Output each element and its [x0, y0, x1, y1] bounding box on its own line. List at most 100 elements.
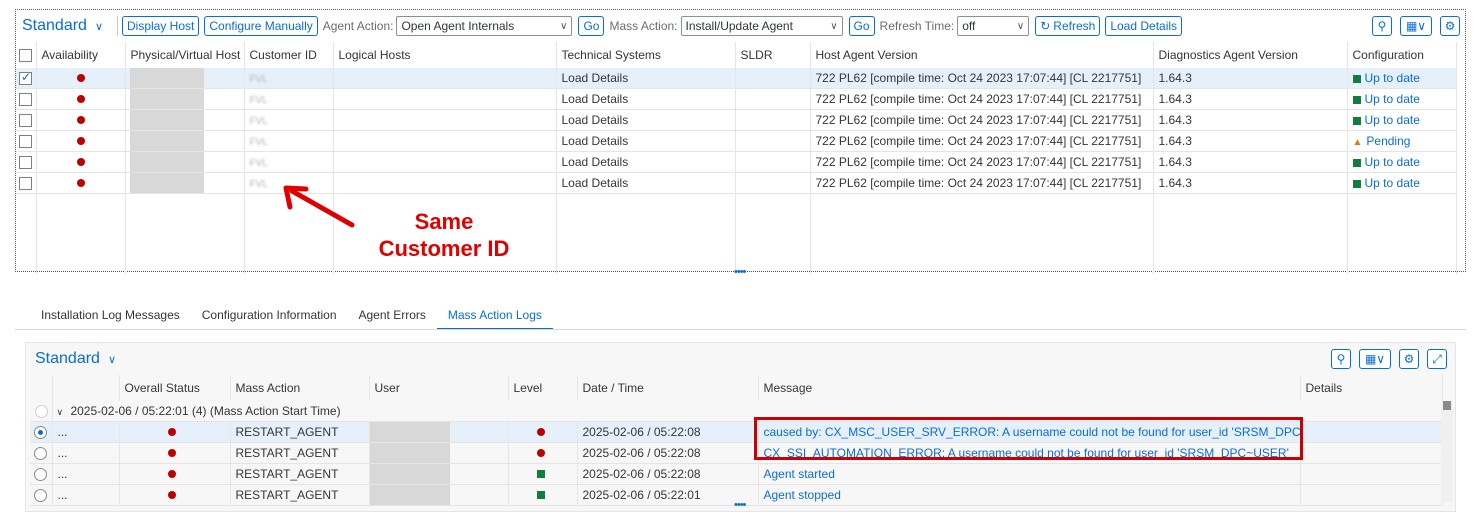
- row-select-cell[interactable]: [16, 68, 37, 89]
- configuration-cell[interactable]: Up to date: [1347, 151, 1457, 173]
- column-header[interactable]: Diagnostics Agent Version: [1153, 42, 1348, 68]
- variant-selector[interactable]: Standard ∨: [35, 350, 116, 368]
- row-checkbox[interactable]: [19, 70, 32, 86]
- row-select-cell[interactable]: [16, 130, 37, 152]
- configuration-link[interactable]: Up to date: [1365, 71, 1420, 85]
- column-header[interactable]: Message: [758, 375, 1301, 401]
- configure-manually-button[interactable]: Configure Manually: [204, 16, 318, 36]
- table-row[interactable]: FVL Load Details 722 PL62 [compile time: O…: [16, 130, 1457, 152]
- configuration-link[interactable]: Up to date: [1365, 155, 1420, 169]
- row-select-cell[interactable]: [16, 151, 37, 173]
- technical-systems-cell[interactable]: Load Details: [556, 130, 736, 152]
- column-header[interactable]: Availability: [36, 42, 126, 68]
- technical-systems-cell[interactable]: Load Details: [556, 172, 736, 194]
- tab-configuration-information[interactable]: Configuration Information: [191, 304, 348, 330]
- export-icon[interactable]: ▦∨: [1359, 349, 1391, 369]
- refresh-time-select[interactable]: off ∨: [957, 16, 1030, 36]
- row-checkbox[interactable]: [19, 114, 32, 128]
- table-row[interactable]: ... RESTART_AGENT 2025-02-06 / 05:22:08 Age…: [30, 463, 1443, 485]
- table-row[interactable]: FVL Load Details 722 PL62 [compile time: O…: [16, 172, 1457, 194]
- column-header[interactable]: Physical/Virtual Host: [125, 42, 245, 68]
- select-all-checkbox[interactable]: [19, 49, 32, 63]
- row-select-cell[interactable]: [30, 442, 53, 464]
- empty-row: [16, 193, 1457, 214]
- search-icon[interactable]: ⚲: [1372, 16, 1392, 36]
- mass-action-go-button[interactable]: Go: [848, 16, 875, 36]
- mass-action-select[interactable]: Install/Update Agent ∨: [680, 16, 843, 36]
- column-header[interactable]: Host Agent Version: [810, 42, 1154, 68]
- row-checkbox[interactable]: [19, 135, 32, 149]
- export-icon[interactable]: ▦∨: [1400, 16, 1432, 36]
- column-header[interactable]: Level: [508, 375, 578, 401]
- annotation-highlight-box: [754, 417, 1303, 460]
- row-select-cell[interactable]: [16, 88, 37, 110]
- configuration-cell[interactable]: Up to date: [1347, 68, 1457, 89]
- resize-handle[interactable]: ••••: [734, 499, 746, 511]
- refresh-button[interactable]: ↻ Refresh: [1035, 16, 1101, 36]
- group-row-select[interactable]: [30, 401, 53, 422]
- row-select-cell[interactable]: [30, 484, 53, 506]
- column-header[interactable]: Mass Action: [230, 375, 370, 401]
- agent-action-select[interactable]: Open Agent Internals ∨: [396, 16, 573, 36]
- configuration-cell[interactable]: Up to date: [1347, 88, 1457, 110]
- level-success-icon: [536, 491, 545, 500]
- row-radio[interactable]: [34, 446, 47, 460]
- column-header[interactable]: Technical Systems: [556, 42, 736, 68]
- tab-installation-log-messages[interactable]: Installation Log Messages: [30, 304, 191, 330]
- table-row[interactable]: FVL Load Details 722 PL62 [compile time: O…: [16, 109, 1457, 131]
- row-radio[interactable]: [34, 425, 47, 439]
- table-row[interactable]: FVL Load Details 722 PL62 [compile time: O…: [16, 68, 1457, 89]
- message-cell[interactable]: Agent stopped: [758, 484, 1301, 506]
- row-checkbox[interactable]: [19, 93, 32, 107]
- column-header[interactable]: Overall Status: [119, 375, 231, 401]
- agent-action-go-button[interactable]: Go: [578, 16, 605, 36]
- technical-systems-cell[interactable]: Load Details: [556, 88, 736, 110]
- table-row[interactable]: FVL Load Details 722 PL62 [compile time: O…: [16, 88, 1457, 110]
- configuration-cell[interactable]: ▲ Pending: [1347, 130, 1457, 152]
- column-header[interactable]: Date / Time: [577, 375, 759, 401]
- configuration-link[interactable]: Up to date: [1365, 92, 1420, 106]
- message-link[interactable]: Agent started: [764, 467, 835, 481]
- scrollbar-thumb[interactable]: [1443, 401, 1451, 410]
- search-icon[interactable]: ⚲: [1331, 349, 1351, 369]
- configuration-cell[interactable]: Up to date: [1347, 172, 1457, 194]
- row-checkbox[interactable]: [19, 177, 32, 191]
- configuration-link[interactable]: Pending: [1366, 134, 1410, 148]
- column-header[interactable]: Customer ID: [244, 42, 334, 68]
- row-select-cell[interactable]: [30, 421, 53, 443]
- display-host-button[interactable]: Display Host: [122, 16, 200, 36]
- message-link[interactable]: Agent stopped: [764, 488, 841, 502]
- chevron-down-icon[interactable]: ∨: [57, 407, 64, 417]
- row-select-cell[interactable]: [16, 172, 37, 194]
- settings-gear-icon[interactable]: ⚙: [1440, 16, 1460, 36]
- configuration-cell[interactable]: Up to date: [1347, 109, 1457, 131]
- tab-mass-action-logs[interactable]: Mass Action Logs: [436, 304, 553, 330]
- column-header[interactable]: Logical Hosts: [333, 42, 557, 68]
- resize-handle[interactable]: ••••: [734, 266, 746, 278]
- technical-systems-cell[interactable]: Load Details: [556, 68, 736, 89]
- row-radio[interactable]: [34, 467, 47, 481]
- sldr-cell: [735, 172, 811, 194]
- tab-agent-errors[interactable]: Agent Errors: [348, 304, 437, 330]
- technical-systems-cell[interactable]: Load Details: [556, 109, 736, 131]
- message-cell[interactable]: Agent started: [758, 463, 1301, 485]
- variant-selector[interactable]: Standard ∨: [22, 17, 103, 35]
- table-row[interactable]: FVL Load Details 722 PL62 [compile time: O…: [16, 151, 1457, 173]
- technical-systems-cell[interactable]: Load Details: [556, 151, 736, 173]
- settings-gear-icon[interactable]: ⚙: [1399, 349, 1419, 369]
- vertical-scrollbar[interactable]: [1441, 401, 1453, 502]
- column-header[interactable]: User: [369, 375, 509, 401]
- column-header[interactable]: Configuration: [1347, 42, 1457, 68]
- row-radio[interactable]: [34, 488, 47, 502]
- column-header[interactable]: SLDR: [735, 42, 811, 68]
- group-radio[interactable]: [35, 404, 48, 418]
- column-header[interactable]: Details: [1300, 375, 1443, 401]
- select-all-cell[interactable]: [16, 42, 37, 68]
- fullscreen-icon[interactable]: ⤢: [1427, 349, 1447, 369]
- row-checkbox[interactable]: [19, 156, 32, 170]
- row-select-cell[interactable]: [16, 109, 37, 131]
- load-details-button[interactable]: Load Details: [1105, 16, 1183, 36]
- configuration-link[interactable]: Up to date: [1365, 113, 1420, 127]
- configuration-link[interactable]: Up to date: [1365, 176, 1420, 190]
- row-select-cell[interactable]: [30, 463, 53, 485]
